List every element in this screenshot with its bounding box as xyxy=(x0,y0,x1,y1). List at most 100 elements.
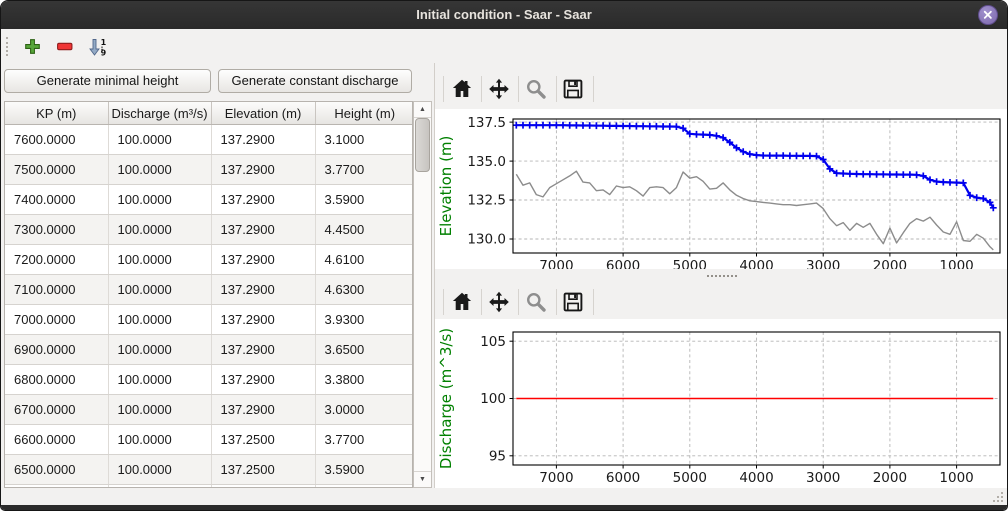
pan-button[interactable] xyxy=(487,77,511,101)
home-button[interactable] xyxy=(450,77,474,101)
window-title: Initial condition - Saar - Saar xyxy=(1,1,1007,29)
table-cell[interactable]: 100.0000 xyxy=(108,395,211,425)
table-cell[interactable]: 137.2900 xyxy=(211,125,315,155)
table-row[interactable]: 6600.0000100.0000137.25003.7700 xyxy=(5,425,413,455)
table-row[interactable]: 7300.0000100.0000137.29004.4500 xyxy=(5,215,413,245)
close-button[interactable] xyxy=(978,5,998,25)
table-cell[interactable]: 100.0000 xyxy=(108,155,211,185)
table-cell[interactable]: 4.4500 xyxy=(315,215,413,245)
x-tick-label: 5000 xyxy=(673,258,707,269)
table-cell[interactable]: 100.0000 xyxy=(108,215,211,245)
x-tick-label: 6000 xyxy=(606,258,640,269)
charts-splitter[interactable] xyxy=(435,269,1008,284)
scroll-up-arrow-icon[interactable]: ▲ xyxy=(414,102,431,118)
table-cell[interactable]: 3.7700 xyxy=(315,425,413,455)
table-cell[interactable]: 7400.0000 xyxy=(5,185,108,215)
discharge-chart-figure: 700060005000400030002000100010510095Disc… xyxy=(435,319,1008,488)
scroll-down-arrow-icon[interactable]: ▼ xyxy=(414,471,431,487)
table-row[interactable]: 7400.0000100.0000137.29003.5900 xyxy=(5,185,413,215)
table-cell[interactable]: 3.0000 xyxy=(315,395,413,425)
save-button[interactable] xyxy=(561,290,585,314)
table-cell[interactable]: 3.3800 xyxy=(315,365,413,395)
table-cell[interactable]: 6500.0000 xyxy=(5,455,108,485)
remove-row-button[interactable] xyxy=(56,38,73,55)
table-cell[interactable]: 6700.0000 xyxy=(5,395,108,425)
table-cell[interactable]: 100.0000 xyxy=(108,365,211,395)
table-row[interactable]: 6700.0000100.0000137.29003.0000 xyxy=(5,395,413,425)
table-cell[interactable]: 137.2900 xyxy=(211,215,315,245)
minus-icon xyxy=(56,38,73,55)
table-cell[interactable]: 100.0000 xyxy=(108,125,211,155)
scrollbar-thumb[interactable] xyxy=(415,118,430,172)
column-header-discharge[interactable]: Discharge (m³/s) xyxy=(108,102,211,125)
table-cell[interactable]: 7600.0000 xyxy=(5,125,108,155)
table-cell[interactable]: 137.2900 xyxy=(211,365,315,395)
table-cell[interactable]: 3.7700 xyxy=(315,155,413,185)
generate-constant-discharge-button[interactable]: Generate constant discharge xyxy=(218,69,412,93)
add-row-button[interactable] xyxy=(24,38,41,55)
toolbar-drag-handle[interactable] xyxy=(6,37,11,56)
table-cell[interactable]: 100.0000 xyxy=(108,275,211,305)
column-header-height[interactable]: Height (m) xyxy=(315,102,413,125)
table-cell[interactable]: 137.2900 xyxy=(211,245,315,275)
table-cell[interactable]: 7000.0000 xyxy=(5,305,108,335)
table-cell[interactable]: 100.0000 xyxy=(108,305,211,335)
table-cell[interactable]: 6900.0000 xyxy=(5,335,108,365)
table-cell[interactable]: 6600.0000 xyxy=(5,425,108,455)
column-header-elevation[interactable]: Elevation (m) xyxy=(211,102,315,125)
table-cell[interactable]: 137.2900 xyxy=(211,335,315,365)
table-cell[interactable]: 4.6100 xyxy=(315,245,413,275)
main-content: Generate minimal height Generate constan… xyxy=(1,63,1007,488)
table-cell[interactable]: 3.6500 xyxy=(315,335,413,365)
table-cell[interactable]: 137.2900 xyxy=(211,185,315,215)
table-row[interactable]: 6900.0000100.0000137.29003.6500 xyxy=(5,335,413,365)
elevation-chart-canvas[interactable]: 7000600050004000300020001000137.5135.013… xyxy=(435,109,1008,269)
sort-rows-button[interactable]: 1 9 xyxy=(88,38,108,55)
discharge-chart-canvas[interactable]: 700060005000400030002000100010510095Disc… xyxy=(435,319,1008,488)
table-cell[interactable]: 137.2900 xyxy=(211,275,315,305)
save-button[interactable] xyxy=(561,77,585,101)
table-row[interactable]: 6800.0000100.0000137.29003.3800 xyxy=(5,365,413,395)
table-cell[interactable]: 7500.0000 xyxy=(5,155,108,185)
table-cell[interactable]: 3.1000 xyxy=(315,125,413,155)
table-cell[interactable]: 7100.0000 xyxy=(5,275,108,305)
column-header-kp[interactable]: KP (m) xyxy=(5,102,108,125)
magnifier-icon xyxy=(524,77,548,101)
table-cell[interactable]: 7300.0000 xyxy=(5,215,108,245)
table-row[interactable]: 7200.0000100.0000137.29004.6100 xyxy=(5,245,413,275)
table-row[interactable]: 7500.0000100.0000137.29003.7700 xyxy=(5,155,413,185)
table-row[interactable]: 7100.0000100.0000137.29004.6300 xyxy=(5,275,413,305)
table-row[interactable]: 7000.0000100.0000137.29003.9300 xyxy=(5,305,413,335)
home-button[interactable] xyxy=(450,290,474,314)
home-icon xyxy=(450,77,474,101)
y-tick-label: 137.5 xyxy=(467,115,506,131)
y-tick-label: 130.0 xyxy=(467,232,506,248)
table-cell[interactable]: 3.9300 xyxy=(315,305,413,335)
floppy-save-icon xyxy=(561,77,585,101)
table-cell[interactable]: 137.2500 xyxy=(211,455,315,485)
table-cell[interactable]: 100.0000 xyxy=(108,335,211,365)
zoom-button[interactable] xyxy=(524,77,548,101)
table-cell[interactable]: 7200.0000 xyxy=(5,245,108,275)
table-row[interactable]: 7600.0000100.0000137.29003.1000 xyxy=(5,125,413,155)
table-cell[interactable]: 3.5900 xyxy=(315,455,413,485)
table-row[interactable]: 6500.0000100.0000137.25003.5900 xyxy=(5,455,413,485)
table-cell[interactable]: 137.2900 xyxy=(211,305,315,335)
main-toolbar: 1 9 xyxy=(1,29,1007,63)
table-cell[interactable]: 4.6300 xyxy=(315,275,413,305)
x-tick-label: 1000 xyxy=(939,258,973,269)
table-cell[interactable]: 3.5900 xyxy=(315,185,413,215)
table-cell[interactable]: 6800.0000 xyxy=(5,365,108,395)
pan-button[interactable] xyxy=(487,290,511,314)
zoom-button[interactable] xyxy=(524,290,548,314)
table-cell[interactable]: 137.2900 xyxy=(211,395,315,425)
table-cell[interactable]: 137.2900 xyxy=(211,155,315,185)
table-cell[interactable]: 100.0000 xyxy=(108,455,211,485)
table-cell[interactable]: 100.0000 xyxy=(108,185,211,215)
generate-minimal-height-button[interactable]: Generate minimal height xyxy=(4,69,211,93)
table-cell[interactable]: 137.2500 xyxy=(211,425,315,455)
table-cell[interactable]: 100.0000 xyxy=(108,245,211,275)
table-cell[interactable]: 100.0000 xyxy=(108,425,211,455)
resize-grip-icon[interactable] xyxy=(993,492,1003,502)
table-scrollbar[interactable]: ▲ ▼ xyxy=(413,101,432,488)
